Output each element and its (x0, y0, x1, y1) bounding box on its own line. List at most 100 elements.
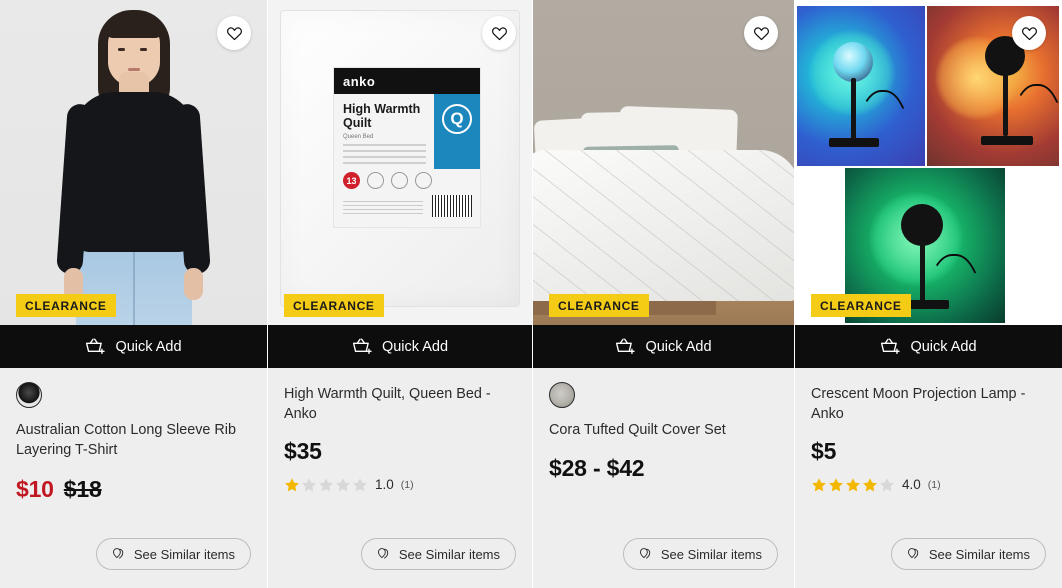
price-range: $28 - $42 (549, 455, 645, 482)
favourite-button[interactable] (482, 16, 516, 50)
product-title[interactable]: Cora Tufted Quilt Cover Set (549, 420, 778, 440)
see-similar-button[interactable]: See Similar items (890, 538, 1046, 570)
see-similar-wrap: See Similar items (16, 538, 251, 588)
product-card[interactable]: CLEARANCE Quick Add Australian Cotton Lo… (0, 0, 267, 588)
price-row: $5 (811, 438, 1046, 465)
model-eye-right (140, 48, 147, 51)
similar-items-icon (907, 548, 919, 559)
product-info: High Warmth Quilt, Queen Bed - Anko $35 … (268, 368, 532, 588)
see-similar-button[interactable]: See Similar items (622, 538, 778, 570)
basket-plus-icon (616, 338, 636, 355)
rating[interactable]: 4.0 (1) (811, 477, 1046, 493)
lamp-stem (1003, 72, 1008, 136)
clearance-badge: CLEARANCE (549, 294, 649, 317)
heart-icon (753, 26, 769, 40)
feature-icon-2 (367, 172, 384, 189)
package-title: High Warmth Quilt (343, 102, 420, 131)
rating-value: 4.0 (902, 477, 921, 493)
quick-add-label: Quick Add (381, 338, 449, 355)
favourite-button[interactable] (744, 16, 778, 50)
lamp-cord (1009, 84, 1059, 140)
package-barcode (432, 195, 472, 217)
original-price: $18 (63, 475, 102, 502)
lamp-head (833, 42, 873, 82)
quick-add-label: Quick Add (645, 338, 712, 355)
heart-icon (491, 26, 507, 40)
sale-price: $10 (16, 475, 54, 502)
basket-plus-icon (352, 338, 372, 355)
star-icon (863, 478, 877, 492)
favourite-button[interactable] (1012, 16, 1046, 50)
see-similar-wrap: See Similar items (284, 538, 516, 588)
similar-items-icon (112, 548, 124, 559)
product-title[interactable]: High Warmth Quilt, Queen Bed - Anko (284, 384, 516, 425)
price: $5 (811, 437, 837, 464)
feature-icon-3 (391, 172, 408, 189)
quick-add-button[interactable]: Quick Add (795, 325, 1062, 368)
favourite-button[interactable] (217, 16, 251, 50)
similar-items-icon (639, 548, 651, 559)
lamp-stem (920, 242, 925, 302)
basket-plus-icon (881, 338, 901, 355)
star-icon (285, 478, 299, 492)
star-icon (880, 478, 894, 492)
quick-add-label: Quick Add (115, 338, 182, 355)
product-image[interactable]: CLEARANCE (795, 0, 1062, 325)
model-shirt (72, 92, 195, 252)
feature-icon-4 (415, 172, 432, 189)
price-row: $10 $18 (16, 476, 251, 503)
package-title-line2: Quilt (343, 116, 372, 131)
product-title[interactable]: Australian Cotton Long Sleeve Rib Layeri… (16, 420, 251, 461)
product-title[interactable]: Crescent Moon Projection Lamp - Anko (811, 384, 1046, 425)
product-image[interactable]: anko Q High Warmth Quilt Queen Bed 13 CL… (268, 0, 532, 325)
package-title-line1: High Warmth (343, 102, 421, 116)
price-row: $28 - $42 (549, 455, 778, 482)
quick-add-button[interactable]: Quick Add (268, 325, 532, 368)
similar-items-icon (377, 548, 389, 559)
see-similar-label: See Similar items (398, 546, 500, 562)
clearance-badge: CLEARANCE (284, 294, 384, 317)
package-copy (343, 144, 426, 168)
heart-icon (1021, 26, 1037, 40)
star-icon (336, 478, 350, 492)
product-info: Crescent Moon Projection Lamp - Anko $5 … (795, 368, 1062, 588)
colour-swatch[interactable] (16, 382, 42, 408)
star-rating (284, 477, 368, 493)
price-row: $35 (284, 438, 516, 465)
model-fringe (105, 12, 162, 38)
colour-swatch[interactable] (549, 382, 575, 408)
package-brand: anko (334, 68, 480, 94)
lamp-head (901, 204, 943, 246)
quilt-package: anko Q High Warmth Quilt Queen Bed 13 (280, 10, 520, 307)
rating[interactable]: 1.0 (1) (284, 477, 516, 493)
see-similar-button[interactable]: See Similar items (360, 538, 516, 570)
product-info: Cora Tufted Quilt Cover Set $28 - $42 Se… (533, 368, 794, 588)
product-info: Australian Cotton Long Sleeve Rib Layeri… (0, 368, 267, 588)
star-icon (302, 478, 316, 492)
see-similar-label: See Similar items (133, 546, 235, 562)
package-label: anko Q High Warmth Quilt Queen Bed 13 (333, 67, 481, 228)
rating-value: 1.0 (375, 477, 394, 493)
product-card[interactable]: CLEARANCE Quick Add Cora Tufted Quilt Co… (533, 0, 794, 588)
product-card[interactable]: CLEARANCE Quick Add Crescent Moon Projec… (795, 0, 1062, 588)
see-similar-label: See Similar items (660, 546, 762, 562)
see-similar-label: See Similar items (928, 546, 1030, 562)
warmth-rating-icon: 13 (343, 172, 360, 189)
lamp-photo-blue (797, 6, 925, 166)
see-similar-button[interactable]: See Similar items (95, 538, 251, 570)
product-image[interactable]: CLEARANCE (533, 0, 794, 325)
quick-add-button[interactable]: Quick Add (0, 325, 267, 368)
tufted-duvet (533, 150, 794, 301)
product-card[interactable]: anko Q High Warmth Quilt Queen Bed 13 CL… (268, 0, 532, 588)
product-image[interactable]: CLEARANCE (0, 0, 267, 325)
heart-icon (226, 26, 242, 40)
price: $35 (284, 437, 322, 464)
package-fineprint (343, 201, 423, 217)
quick-add-button[interactable]: Quick Add (533, 325, 794, 368)
star-rating (811, 477, 895, 493)
rating-count: (1) (927, 478, 941, 491)
clearance-badge: CLEARANCE (811, 294, 911, 317)
see-similar-wrap: See Similar items (811, 538, 1046, 588)
product-grid: CLEARANCE Quick Add Australian Cotton Lo… (0, 0, 1062, 588)
package-subtitle: Queen Bed (343, 134, 374, 140)
